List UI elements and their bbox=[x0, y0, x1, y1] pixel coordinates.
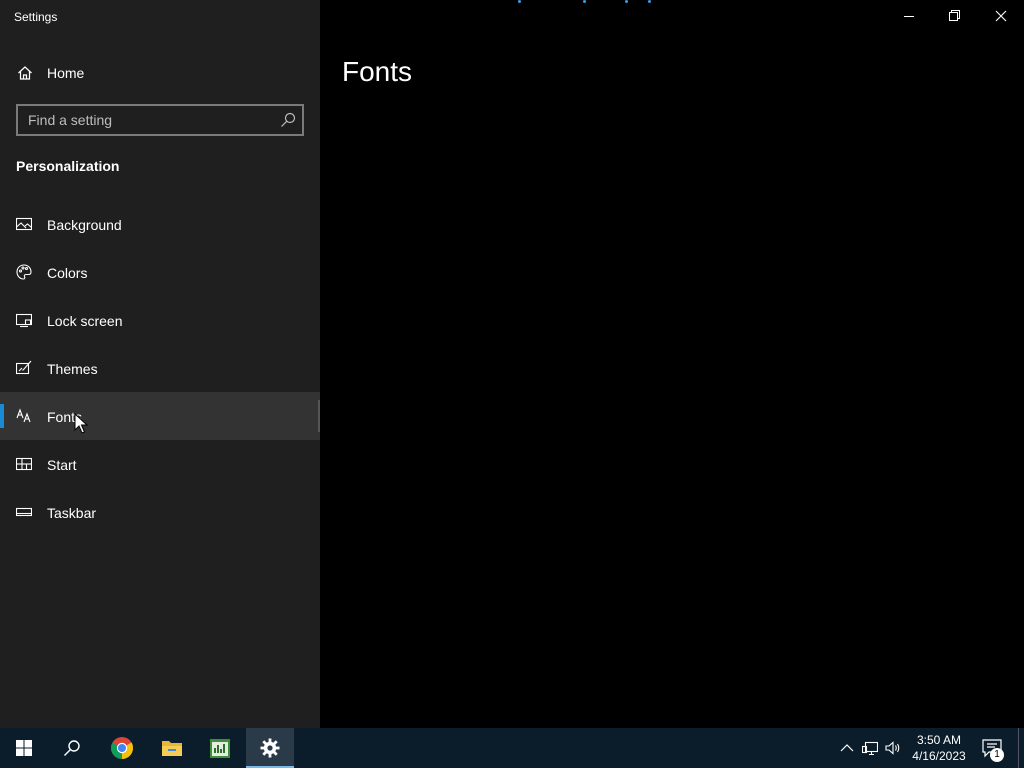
loading-dots bbox=[518, 0, 658, 4]
themes-icon bbox=[16, 360, 32, 375]
clock[interactable]: 3:50 AM 4/16/2023 bbox=[908, 732, 970, 764]
file-explorer-icon bbox=[162, 741, 182, 756]
close-icon bbox=[995, 10, 1007, 22]
taskbar-search-button[interactable] bbox=[48, 728, 96, 768]
nav-list: Background Colors Lock screen Themes Fon… bbox=[0, 200, 320, 536]
show-desktop-button[interactable] bbox=[1018, 728, 1019, 768]
notification-badge: 1 bbox=[990, 748, 1004, 762]
home-icon bbox=[18, 66, 32, 80]
taskbar: 3:50 AM 4/16/2023 bbox=[0, 728, 1024, 768]
windows-logo-icon bbox=[16, 740, 32, 756]
taskbar-file-explorer[interactable] bbox=[148, 728, 196, 768]
sidebar-item-lock-screen[interactable]: Lock screen bbox=[0, 296, 320, 344]
sidebar-item-start[interactable]: Start bbox=[0, 440, 320, 488]
mouse-cursor-icon bbox=[74, 413, 88, 434]
sidebar-item-label: Start bbox=[47, 457, 77, 473]
start-button[interactable] bbox=[0, 728, 48, 768]
sidebar-item-fonts[interactable]: Fonts bbox=[0, 392, 320, 440]
search-icon bbox=[64, 740, 80, 756]
clock-date: 4/16/2023 bbox=[912, 749, 966, 763]
start-menu-icon bbox=[16, 457, 32, 471]
volume-icon[interactable] bbox=[885, 740, 901, 756]
sidebar-item-themes[interactable]: Themes bbox=[0, 344, 320, 392]
search-icon[interactable] bbox=[280, 112, 296, 128]
image-icon bbox=[16, 217, 32, 231]
section-title: Personalization bbox=[16, 158, 120, 174]
sidebar-item-background[interactable]: Background bbox=[0, 200, 320, 248]
taskbar-chrome[interactable] bbox=[98, 728, 146, 768]
content-pane: Fonts bbox=[320, 0, 1024, 728]
nav-home-label: Home bbox=[47, 65, 85, 81]
show-hidden-icons-chevron-icon[interactable] bbox=[839, 740, 855, 756]
sidebar-item-label: Themes bbox=[47, 361, 98, 377]
minimize-icon bbox=[904, 16, 914, 17]
sidebar-item-colors[interactable]: Colors bbox=[0, 248, 320, 296]
taskbar-icon bbox=[16, 507, 32, 517]
page-title: Fonts bbox=[342, 56, 413, 87]
sidebar-item-label: Taskbar bbox=[47, 505, 97, 521]
settings-nav-pane: Settings Home Personalization Background… bbox=[0, 0, 320, 728]
clock-time: 3:50 AM bbox=[916, 733, 962, 747]
minimize-button[interactable] bbox=[886, 0, 932, 32]
sidebar-item-taskbar[interactable]: Taskbar bbox=[0, 488, 320, 536]
settings-gear-icon bbox=[260, 738, 280, 758]
palette-icon bbox=[16, 264, 32, 280]
fonts-icon bbox=[16, 408, 31, 423]
restore-icon bbox=[949, 10, 960, 21]
sidebar-item-label: Background bbox=[47, 217, 122, 233]
restore-button[interactable] bbox=[932, 0, 978, 32]
lock-screen-icon bbox=[16, 313, 32, 328]
app-title: Settings bbox=[14, 10, 58, 24]
sidebar-item-label: Lock screen bbox=[47, 313, 123, 329]
taskbar-spreadsheet-app[interactable] bbox=[196, 728, 244, 768]
search-box[interactable] bbox=[16, 104, 304, 136]
nav-home[interactable]: Home bbox=[0, 57, 320, 89]
sidebar-item-label: Colors bbox=[47, 265, 88, 281]
taskbar-settings[interactable] bbox=[246, 728, 294, 768]
network-icon[interactable] bbox=[862, 740, 878, 756]
spreadsheet-icon bbox=[210, 739, 230, 758]
close-button[interactable] bbox=[978, 0, 1024, 32]
chrome-icon bbox=[111, 737, 133, 759]
search-input[interactable] bbox=[18, 106, 274, 134]
